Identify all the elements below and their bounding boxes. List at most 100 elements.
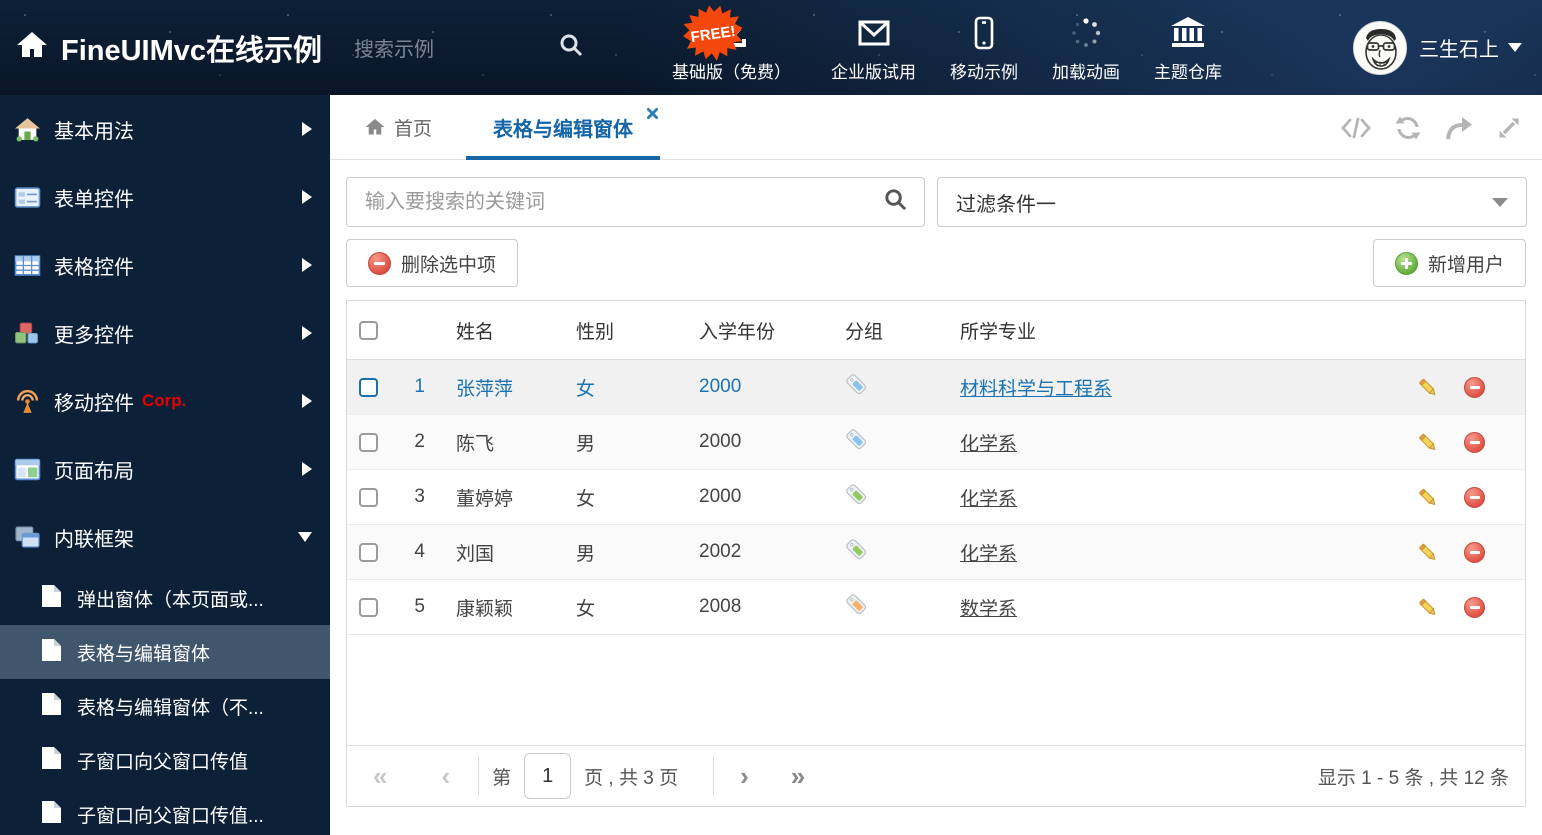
table-row[interactable]: 5 康颖颖 女 2008 数学系 bbox=[347, 580, 1525, 635]
column-header-gender[interactable]: 性别 bbox=[576, 317, 699, 344]
sidebar-item-iframe[interactable]: 内联框架 bbox=[0, 503, 330, 571]
tag-icon bbox=[845, 593, 868, 622]
expand-icon[interactable] bbox=[1496, 115, 1522, 141]
row-index: 3 bbox=[414, 486, 425, 507]
table-row[interactable]: 2 陈飞 男 2000 化学系 bbox=[347, 415, 1525, 470]
search-icon[interactable] bbox=[558, 32, 584, 63]
major-link[interactable]: 数学系 bbox=[960, 594, 1017, 621]
sidebar-item-form-controls[interactable]: 表单控件 bbox=[0, 163, 330, 231]
row-checkbox[interactable] bbox=[358, 542, 378, 562]
major-link[interactable]: 化学系 bbox=[960, 484, 1017, 511]
nav-mobile-demos[interactable]: 移动示例 bbox=[950, 12, 1018, 83]
nav-loading-animations[interactable]: 加载动画 bbox=[1052, 12, 1120, 83]
nav-theme-repo[interactable]: 主题仓库 bbox=[1154, 12, 1222, 83]
grid-toolbar: 删除选中项 新增用户 bbox=[346, 239, 1526, 287]
row-checkbox[interactable] bbox=[358, 597, 378, 617]
cell-gender: 男 bbox=[576, 543, 596, 565]
column-header-year[interactable]: 入学年份 bbox=[699, 317, 845, 344]
close-icon[interactable] bbox=[647, 102, 659, 125]
tag-icon bbox=[845, 373, 868, 402]
file-icon bbox=[40, 584, 62, 613]
sidebar: 基本用法 表单控件 表格控件 更多控件 移动控件 Corp. 页面布局 内联框架… bbox=[0, 95, 330, 835]
file-icon bbox=[40, 692, 62, 721]
column-header-name[interactable]: 姓名 bbox=[437, 317, 576, 344]
major-link[interactable]: 化学系 bbox=[960, 429, 1017, 456]
sidebar-subitem-popup-window[interactable]: 弹出窗体（本页面或... bbox=[0, 571, 330, 625]
last-page-button[interactable]: » bbox=[791, 763, 805, 789]
sidebar-subitem-child-to-parent-2[interactable]: 子窗口向父窗口传值... bbox=[0, 787, 330, 835]
add-user-button[interactable]: 新增用户 bbox=[1372, 239, 1526, 287]
sidebar-subitem-child-to-parent[interactable]: 子窗口向父窗口传值 bbox=[0, 733, 330, 787]
tab-toolbar bbox=[1341, 95, 1522, 160]
column-header-group[interactable]: 分组 bbox=[845, 317, 960, 344]
table-empty-space bbox=[347, 635, 1525, 745]
filter-dropdown[interactable]: 过滤条件一 bbox=[937, 177, 1527, 227]
header-search[interactable]: 搜索示例 bbox=[354, 32, 584, 63]
delete-icon[interactable] bbox=[1464, 541, 1485, 563]
sidebar-item-more-controls[interactable]: 更多控件 bbox=[0, 299, 330, 367]
chevron-down-icon bbox=[298, 532, 312, 542]
major-link[interactable]: 材料科学与工程系 bbox=[960, 374, 1112, 401]
sidebar-item-mobile-controls[interactable]: 移动控件 Corp. bbox=[0, 367, 330, 435]
next-page-button[interactable]: › bbox=[740, 763, 749, 789]
delete-icon[interactable] bbox=[1464, 431, 1485, 453]
table-row[interactable]: 1 张萍萍 女 2000 材料科学与工程系 bbox=[347, 360, 1525, 415]
tab-home[interactable]: 首页 bbox=[365, 114, 432, 141]
chevron-right-icon bbox=[302, 258, 312, 272]
search-icon[interactable] bbox=[883, 187, 908, 217]
windows-icon bbox=[14, 524, 41, 551]
layout-icon bbox=[14, 456, 41, 483]
chevron-right-icon bbox=[302, 326, 312, 340]
edit-icon[interactable] bbox=[1417, 597, 1438, 618]
tab-grid-edit-window[interactable]: 表格与编辑窗体 bbox=[466, 95, 661, 160]
antenna-icon bbox=[14, 388, 41, 415]
delete-icon[interactable] bbox=[1464, 486, 1485, 508]
edit-icon[interactable] bbox=[1417, 542, 1438, 563]
record-summary: 显示 1 - 5 条 , 共 12 条 bbox=[1317, 767, 1509, 789]
file-icon bbox=[40, 800, 62, 829]
home-icon[interactable] bbox=[16, 29, 48, 66]
sidebar-subitem-grid-edit-window-2[interactable]: 表格与编辑窗体（不... bbox=[0, 679, 330, 733]
edit-icon[interactable] bbox=[1417, 487, 1438, 508]
main-content: 首页 表格与编辑窗体 输入要搜索的关键词 过滤条件一 删除选中项 新增用户 姓名… bbox=[330, 95, 1542, 835]
cell-year: 2000 bbox=[699, 431, 742, 452]
user-menu[interactable]: 三生石上 bbox=[1353, 20, 1522, 75]
table-row[interactable]: 4 刘国 男 2002 化学系 bbox=[347, 525, 1525, 580]
sidebar-item-grid-controls[interactable]: 表格控件 bbox=[0, 231, 330, 299]
row-index: 2 bbox=[414, 431, 425, 452]
page-number-input[interactable] bbox=[524, 753, 572, 799]
row-index: 4 bbox=[414, 541, 425, 562]
column-header-major[interactable]: 所学专业 bbox=[960, 317, 1385, 344]
keyword-search-box[interactable] bbox=[346, 177, 925, 227]
delete-selected-button[interactable]: 删除选中项 bbox=[346, 239, 519, 287]
row-checkbox[interactable] bbox=[358, 432, 378, 452]
sidebar-item-page-layout[interactable]: 页面布局 bbox=[0, 435, 330, 503]
delete-icon[interactable] bbox=[1464, 596, 1485, 618]
refresh-icon[interactable] bbox=[1394, 114, 1422, 142]
keyword-search-input[interactable] bbox=[347, 190, 883, 214]
source-code-icon[interactable] bbox=[1341, 116, 1371, 140]
avatar[interactable] bbox=[1353, 20, 1407, 75]
form-icon bbox=[14, 184, 41, 211]
delete-icon[interactable] bbox=[1464, 376, 1485, 398]
row-checkbox[interactable] bbox=[358, 377, 378, 397]
table-row[interactable]: 3 董婷婷 女 2000 化学系 bbox=[347, 470, 1525, 525]
cell-year: 2008 bbox=[699, 596, 742, 617]
edit-icon[interactable] bbox=[1417, 432, 1438, 453]
sidebar-subitem-grid-edit-window[interactable]: 表格与编辑窗体 bbox=[0, 625, 330, 679]
sidebar-item-basic-usage[interactable]: 基本用法 bbox=[0, 95, 330, 163]
prev-page-button[interactable]: ‹ bbox=[441, 763, 450, 789]
select-all-checkbox[interactable] bbox=[358, 320, 378, 340]
share-icon[interactable] bbox=[1445, 115, 1473, 141]
row-checkbox[interactable] bbox=[358, 487, 378, 507]
cell-name: 康颖颖 bbox=[456, 598, 514, 620]
major-link[interactable]: 化学系 bbox=[960, 539, 1017, 566]
nav-enterprise-trial[interactable]: 企业版试用 bbox=[831, 12, 916, 83]
bank-icon bbox=[1169, 12, 1207, 54]
spinner-icon bbox=[1068, 12, 1104, 54]
file-icon bbox=[40, 746, 62, 775]
tag-icon bbox=[845, 483, 868, 512]
cell-year: 2000 bbox=[699, 376, 742, 397]
edit-icon[interactable] bbox=[1417, 377, 1438, 398]
first-page-button[interactable]: « bbox=[373, 763, 387, 789]
